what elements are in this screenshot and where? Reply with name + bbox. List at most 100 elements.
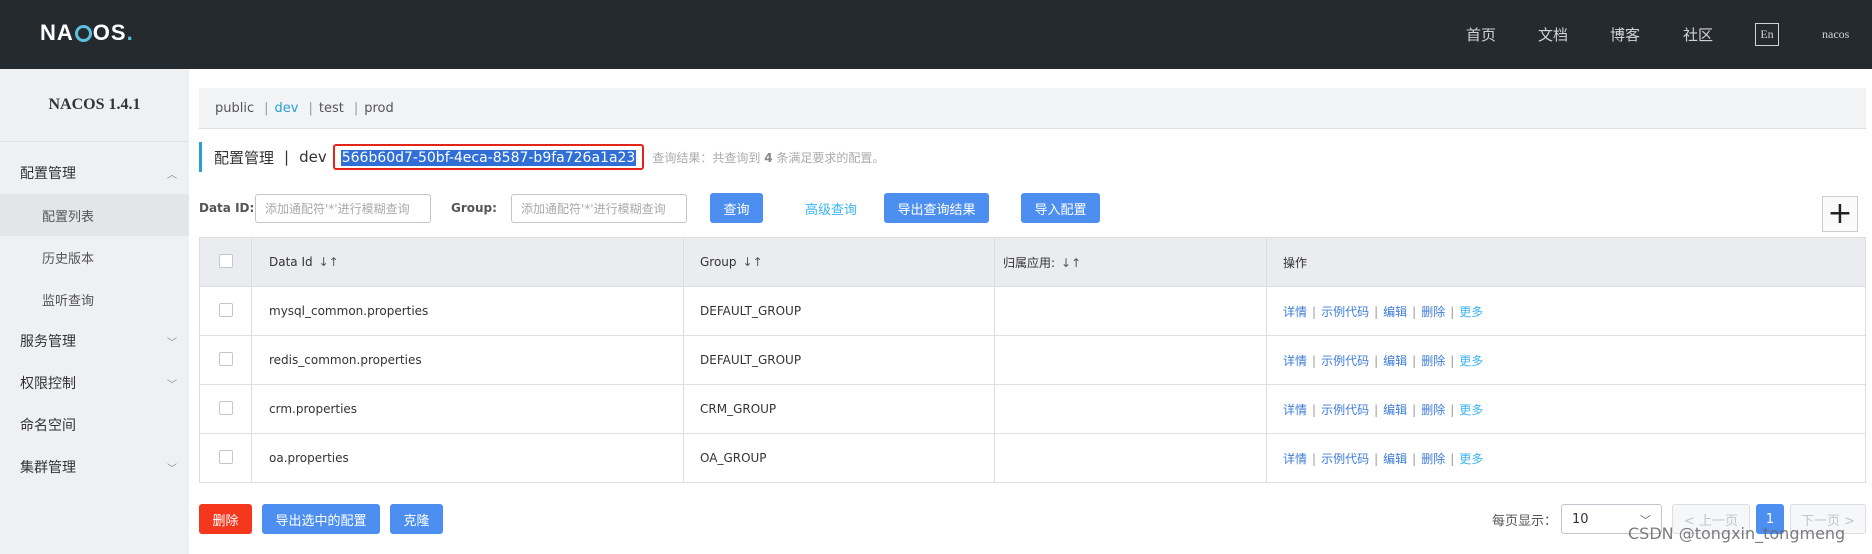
edit-link[interactable]: 编辑 — [1383, 452, 1407, 466]
more-link[interactable]: 更多 — [1459, 452, 1483, 466]
sidebar-item-history[interactable]: 历史版本 — [0, 236, 189, 278]
cell-group: DEFAULT_GROUP — [683, 286, 995, 336]
cell-dataid: crm.properties — [251, 384, 684, 434]
nav-home[interactable]: 首页 — [1466, 0, 1496, 69]
op-separator: | — [1450, 402, 1455, 417]
cell-dataid: mysql_common.properties — [251, 286, 684, 336]
namespace-tab-dev[interactable]: dev — [275, 101, 299, 116]
row-checkbox[interactable] — [218, 449, 233, 464]
config-table: Data Id ↓↑ Group ↓↑ 归属应用: ↓↑ 操作 mysql_commo… — [199, 237, 1866, 483]
namespace-tab-test[interactable]: test — [319, 101, 344, 116]
op-separator: | — [1374, 451, 1379, 466]
details-link[interactable]: 详情 — [1283, 305, 1307, 319]
row-checkbox[interactable] — [218, 351, 233, 366]
delete-link[interactable]: 删除 — [1421, 403, 1445, 417]
cell-group: CRM_GROUP — [683, 384, 995, 434]
delete-button[interactable]: 删除 — [199, 504, 252, 534]
bulk-actions: 删除 导出选中的配置 克隆 — [199, 504, 443, 534]
details-link[interactable]: 详情 — [1283, 403, 1307, 417]
select-all-checkbox[interactable] — [218, 253, 233, 268]
row-checkbox[interactable] — [218, 400, 233, 415]
namespace-tabs: public | dev | test | prod — [199, 88, 1866, 129]
cell-app — [994, 335, 1267, 385]
sort-icon[interactable]: ↓↑ — [1061, 256, 1081, 270]
sidebar-item-config-management[interactable]: 配置管理 ︿ — [0, 152, 189, 194]
sidebar-item-namespace[interactable]: 命名空间 — [0, 404, 189, 446]
op-separator: | — [1450, 451, 1455, 466]
query-result-text: 查询结果：共查询到 4 条满足要求的配置。 — [652, 150, 885, 165]
op-separator: | — [1312, 451, 1317, 466]
nav-docs[interactable]: 文档 — [1538, 0, 1568, 69]
group-search-input[interactable]: 添加通配符'*'进行模糊查询 — [511, 193, 687, 223]
watermark: CSDN @tongxin_tongmeng — [1628, 524, 1846, 543]
cell-app — [994, 286, 1267, 336]
chevron-up-icon: ︿ — [167, 170, 177, 181]
edit-link[interactable]: 编辑 — [1383, 305, 1407, 319]
namespace-separator: | — [308, 100, 313, 116]
export-query-results-button[interactable]: 导出查询结果 — [884, 193, 990, 223]
edit-link[interactable]: 编辑 — [1383, 354, 1407, 368]
clone-button[interactable]: 克隆 — [390, 504, 443, 534]
sidebar-item-label: 监听查询 — [42, 293, 95, 309]
more-link[interactable]: 更多 — [1459, 403, 1483, 417]
sort-icon[interactable]: ↓↑ — [319, 255, 339, 269]
sidebar-item-label: 历史版本 — [42, 251, 95, 267]
sample-code-link[interactable]: 示例代码 — [1321, 354, 1369, 368]
namespace-id-highlight: 566b60d7-50bf-4eca-8587-b9fa726a1a23 — [332, 144, 645, 170]
column-header-dataid: Data Id — [269, 255, 313, 269]
more-link[interactable]: 更多 — [1459, 354, 1483, 368]
cell-group: DEFAULT_GROUP — [683, 335, 995, 385]
details-link[interactable]: 详情 — [1283, 452, 1307, 466]
nacos-logo[interactable]: NA OS. — [40, 19, 134, 47]
details-link[interactable]: 详情 — [1283, 354, 1307, 368]
op-separator: | — [1412, 451, 1417, 466]
cell-group: OA_GROUP — [683, 433, 995, 483]
sidebar-item-access-control[interactable]: 权限控制 ﹀ — [0, 362, 189, 404]
delete-link[interactable]: 删除 — [1421, 452, 1445, 466]
import-config-button[interactable]: 导入配置 — [1021, 193, 1101, 223]
user-menu[interactable]: nacos — [1822, 0, 1849, 69]
op-separator: | — [1312, 304, 1317, 319]
op-separator: | — [1450, 353, 1455, 368]
namespace-separator: | — [353, 100, 359, 116]
sort-icon[interactable]: ↓↑ — [743, 255, 763, 269]
namespace-tab-prod[interactable]: prod — [364, 101, 394, 116]
op-separator: | — [1374, 353, 1379, 368]
namespace-id[interactable]: 566b60d7-50bf-4eca-8587-b9fa726a1a23 — [340, 150, 637, 166]
per-page-value: 10 — [1572, 511, 1589, 527]
table-row: crm.properties CRM_GROUP 详情 | 示例代码 | 编辑 | 删除 | 更多 — [199, 384, 1866, 434]
namespace-tab-public[interactable]: public — [215, 101, 254, 116]
sample-code-link[interactable]: 示例代码 — [1321, 452, 1369, 466]
op-separator: | — [1450, 304, 1455, 319]
sidebar-item-label: 服务管理 — [20, 334, 76, 350]
add-config-button[interactable]: + — [1822, 196, 1858, 232]
sample-code-link[interactable]: 示例代码 — [1321, 403, 1369, 417]
op-separator: | — [1312, 353, 1317, 368]
row-checkbox[interactable] — [218, 302, 233, 317]
advanced-query-link[interactable]: 高级查询 — [805, 199, 857, 218]
sidebar-item-config-list[interactable]: 配置列表 — [0, 194, 189, 236]
version-title: NACOS 1.4.1 — [0, 69, 189, 142]
more-link[interactable]: 更多 — [1459, 305, 1483, 319]
op-separator: | — [1374, 402, 1379, 417]
sample-code-link[interactable]: 示例代码 — [1321, 305, 1369, 319]
delete-link[interactable]: 删除 — [1421, 305, 1445, 319]
sidebar-item-service-management[interactable]: 服务管理 ﹀ — [0, 320, 189, 362]
dataid-search-input[interactable]: 添加通配符'*'进行模糊查询 — [255, 193, 431, 223]
cell-operations: 详情 | 示例代码 | 编辑 | 删除 | 更多 — [1266, 286, 1866, 336]
group-label: Group: — [451, 201, 497, 215]
sidebar-item-cluster-management[interactable]: 集群管理 ﹀ — [0, 446, 189, 488]
export-selected-button[interactable]: 导出选中的配置 — [262, 504, 380, 534]
sidebar-item-label: 权限控制 — [20, 376, 76, 392]
nav-community[interactable]: 社区 — [1683, 0, 1713, 69]
edit-link[interactable]: 编辑 — [1383, 403, 1407, 417]
nav-blog[interactable]: 博客 — [1610, 0, 1640, 69]
page-title-row: 配置管理 | dev 566b60d7-50bf-4eca-8587-b9fa7… — [199, 142, 884, 172]
language-toggle-button[interactable]: En — [1755, 23, 1779, 46]
delete-link[interactable]: 删除 — [1421, 354, 1445, 368]
sidebar: NACOS 1.4.1 配置管理 ︿ 配置列表 历史版本 监听查询 服务管理 ﹀… — [0, 69, 189, 554]
sidebar-item-listener-query[interactable]: 监听查询 — [0, 278, 189, 320]
chevron-down-icon: ﹀ — [167, 338, 177, 349]
sidebar-item-label: 集群管理 — [20, 460, 76, 476]
query-button[interactable]: 查询 — [710, 193, 763, 223]
